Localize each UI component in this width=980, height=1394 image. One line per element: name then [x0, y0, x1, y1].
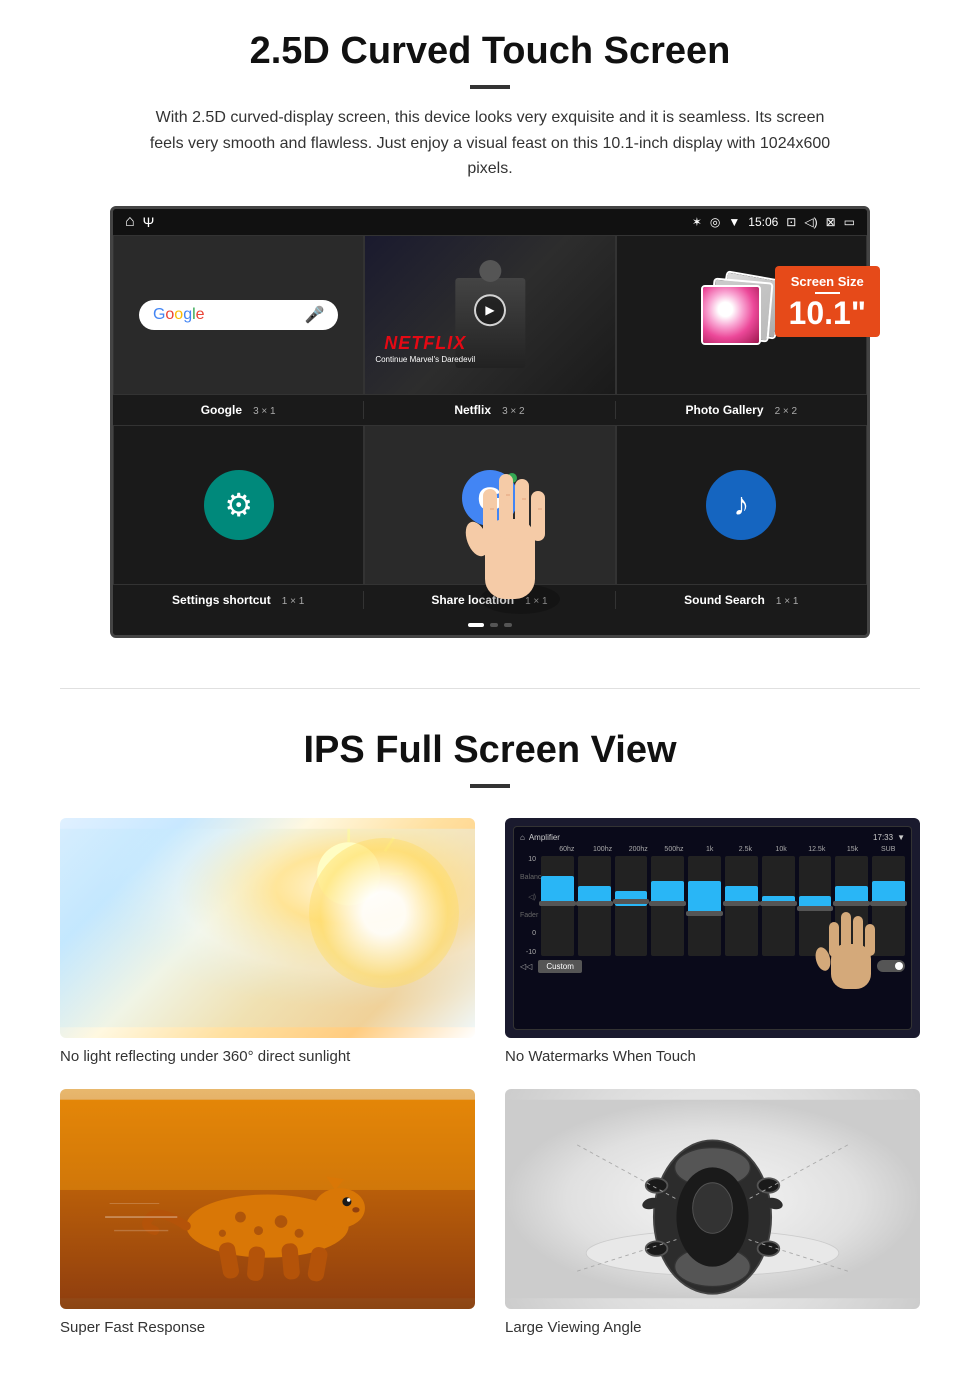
window-icon: ▭: [844, 215, 855, 229]
features-grid: No light reflecting under 360° direct su…: [60, 818, 920, 1336]
feature-label-watermark: No Watermarks When Touch: [505, 1048, 920, 1065]
app-grid-row2: ⚙ G: [113, 425, 867, 585]
feature-label-sunlight: No light reflecting under 360° direct su…: [60, 1048, 475, 1065]
amp-header: ⌂ Amplifier 17:33 ▼: [520, 833, 905, 842]
amp-hand-svg: [811, 894, 891, 994]
eq-bar-1: [541, 856, 574, 956]
eq-bar-5: [688, 856, 721, 956]
custom-button[interactable]: Custom: [538, 960, 582, 973]
home-icon: ⌂: [125, 213, 135, 231]
section-divider: [60, 688, 920, 689]
amp-title: Amplifier: [529, 833, 560, 842]
netflix-logo: NETFLIX: [375, 333, 475, 354]
feature-label-angle: Large Viewing Angle: [505, 1319, 920, 1336]
eq-bar-4: [651, 856, 684, 956]
feature-angle: Large Viewing Angle: [505, 1089, 920, 1336]
feature-watermark: ⌂ Amplifier 17:33 ▼ 60hz 100hz 200hz 500…: [505, 818, 920, 1065]
eq-area: 10 Balance ◁) Fader 0 -10: [520, 856, 905, 956]
volume-icon: ◁): [804, 215, 817, 229]
eq-bar-2: [578, 856, 611, 956]
amp-screen: ⌂ Amplifier 17:33 ▼ 60hz 100hz 200hz 500…: [513, 826, 912, 1030]
car-scene: [505, 1089, 920, 1309]
figure-head: [479, 260, 501, 282]
section-ips-screen: IPS Full Screen View: [0, 719, 980, 1366]
settings-app-cell[interactable]: ⚙: [113, 425, 364, 585]
eq-scale: 10 Balance ◁) Fader 0 -10: [520, 856, 540, 956]
hand-svg: [455, 419, 585, 619]
feature-img-cheetah: [60, 1089, 475, 1309]
google-logo: Google: [153, 306, 205, 324]
camera-icon: ⊡: [786, 215, 796, 229]
gallery-label: Photo Gallery 2 × 2: [616, 401, 867, 419]
screen-mockup-wrapper: ⌂ Ψ ✶ ◎ ▼ 15:06 ⊡ ◁) ⊠ ▭: [110, 206, 870, 638]
netflix-subtitle: Continue Marvel's Daredevil: [375, 355, 475, 364]
app-grid-row1: Google 🎤: [113, 235, 867, 395]
sound-app-cell[interactable]: ♪: [616, 425, 867, 585]
settings-label: Settings shortcut 1 × 1: [113, 591, 364, 609]
eq-bar-6: [725, 856, 758, 956]
screen-mockup: ⌂ Ψ ✶ ◎ ▼ 15:06 ⊡ ◁) ⊠ ▭: [110, 206, 870, 638]
amp-wifi: ▼: [897, 833, 905, 842]
wifi-icon: ▼: [728, 215, 740, 229]
photo-card-3: [701, 285, 761, 345]
netflix-brand: NETFLIX Continue Marvel's Daredevil: [375, 333, 475, 364]
status-bar: ⌂ Ψ ✶ ◎ ▼ 15:06 ⊡ ◁) ⊠ ▭: [113, 209, 867, 235]
photo-stack: [701, 275, 781, 355]
section2-title: IPS Full Screen View: [60, 729, 920, 772]
bluetooth-icon: ✶: [692, 215, 702, 229]
eq-bar-3: [615, 856, 648, 956]
section2-underline: [470, 784, 510, 788]
section1-underline: [470, 85, 510, 89]
location-icon: ◎: [710, 215, 720, 229]
flower-image: [703, 287, 759, 343]
eq-bar-7: [762, 856, 795, 956]
badge-title: Screen Size: [789, 274, 866, 289]
section-curved-screen: 2.5D Curved Touch Screen With 2.5D curve…: [0, 0, 980, 658]
feature-sunlight: No light reflecting under 360° direct su…: [60, 818, 475, 1065]
google-label: Google 3 × 1: [113, 401, 364, 419]
google-app-cell[interactable]: Google 🎤: [113, 235, 364, 395]
badge-size: 10.1": [789, 297, 866, 329]
netflix-play-button[interactable]: ▶: [474, 294, 506, 326]
amp-hand: [811, 894, 891, 999]
settings-icon: ⚙: [204, 470, 274, 540]
status-right: ✶ ◎ ▼ 15:06 ⊡ ◁) ⊠ ▭: [692, 215, 855, 229]
google-search-bar[interactable]: Google 🎤: [139, 300, 338, 330]
amp-time: 17:33: [873, 833, 893, 842]
feature-img-amplifier: ⌂ Amplifier 17:33 ▼ 60hz 100hz 200hz 500…: [505, 818, 920, 1038]
feature-label-response: Super Fast Response: [60, 1319, 475, 1336]
eq-labels: 60hz 100hz 200hz 500hz 1k 2.5k 10k 12.5k…: [520, 846, 905, 853]
feature-img-car: [505, 1089, 920, 1309]
loudness-toggle[interactable]: [877, 960, 905, 972]
hand-pointing-overlay: [455, 419, 585, 624]
feature-response: Super Fast Response: [60, 1089, 475, 1336]
section1-title: 2.5D Curved Touch Screen: [60, 30, 920, 73]
netflix-label: Netflix 3 × 2: [364, 401, 615, 419]
amp-home-icon: ⌂: [520, 833, 525, 842]
usb-icon: Ψ: [143, 214, 155, 230]
sound-label: Sound Search 1 × 1: [616, 591, 867, 609]
sunlight-glow: [309, 838, 459, 988]
cheetah-scene: [60, 1089, 475, 1309]
sound-icon: ♪: [706, 470, 776, 540]
section1-description: With 2.5D curved-display screen, this de…: [140, 105, 840, 182]
screen-size-badge: Screen Size 10.1": [775, 266, 880, 337]
badge-underline: [815, 292, 840, 294]
maps-app-cell[interactable]: G: [364, 425, 615, 585]
netflix-app-cell[interactable]: ▶ NETFLIX Continue Marvel's Daredevil: [364, 235, 615, 395]
amp-prev-icon: ◁◁: [520, 962, 532, 971]
x-icon: ⊠: [826, 215, 836, 229]
feature-img-sunlight: [60, 818, 475, 1038]
google-mic-icon[interactable]: 🎤: [304, 305, 324, 325]
clock: 15:06: [748, 215, 778, 229]
